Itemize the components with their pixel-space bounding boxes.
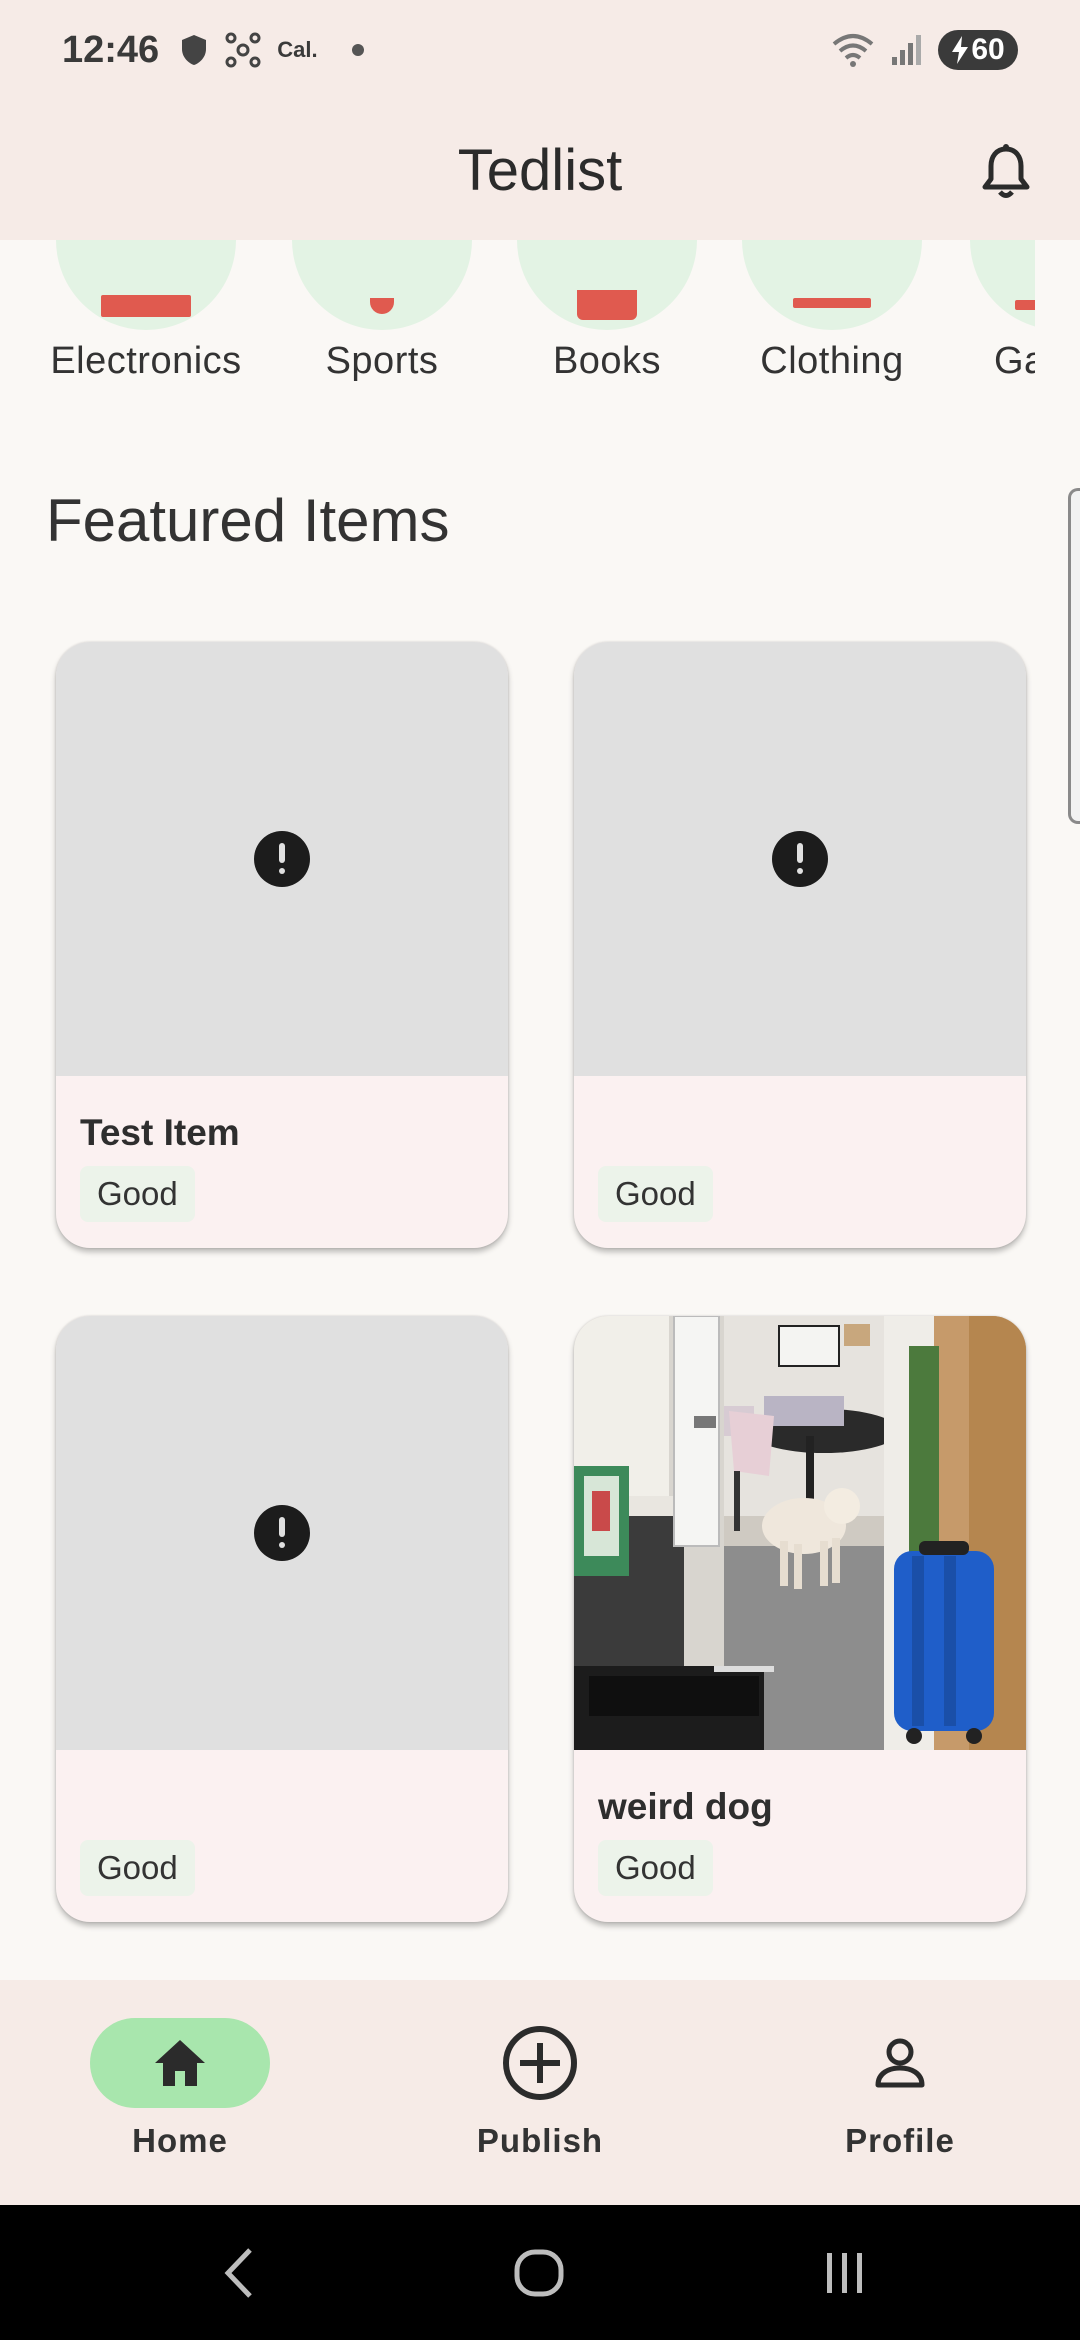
condition-badge: Good: [80, 1166, 195, 1222]
error-icon: [254, 831, 310, 887]
battery-level: 60: [971, 33, 1005, 66]
condition-badge: Good: [598, 1166, 713, 1222]
item-image-placeholder: [574, 642, 1026, 1076]
wifi-icon: [832, 34, 874, 67]
system-navigation-bar: [0, 2205, 1080, 2340]
nav-label: Home: [132, 2122, 228, 2159]
category-icon-bg: [56, 240, 236, 330]
nav-home-pill[interactable]: [90, 2018, 270, 2108]
category-icon-bg: [517, 240, 697, 330]
nav-profile-pill[interactable]: [810, 2018, 990, 2108]
category-label: Books: [552, 340, 662, 382]
carrier-label: Cal.: [277, 37, 318, 62]
signal-icon: [892, 35, 921, 65]
notifications-button[interactable]: [966, 132, 1046, 212]
app-root: 12:46 Cal. 60 Tedlist Electronics Sports…: [0, 0, 1080, 2340]
add-circle-icon: [503, 2026, 577, 2100]
category-icon-bg: [970, 240, 1035, 330]
ball-icon: [370, 298, 394, 314]
item-card[interactable]: Good: [56, 1316, 508, 1922]
item-title: Test Item: [80, 1112, 240, 1153]
status-left-icons: Cal.: [179, 32, 364, 68]
error-icon: [772, 831, 828, 887]
nav-profile[interactable]: Profile: [750, 2018, 1050, 2160]
error-icon: [254, 1505, 310, 1561]
categories-strip[interactable]: Electronics Sports Books Clothing Ga: [0, 240, 1035, 440]
status-bar: 12:46 Cal. 60: [0, 0, 1080, 100]
nav-publish-pill[interactable]: [450, 2018, 630, 2108]
recents-icon: [827, 2253, 862, 2293]
app-title: Tedlist: [457, 137, 623, 203]
category-label: Clothing: [760, 340, 904, 382]
item-image-placeholder: [56, 1316, 508, 1750]
battery-indicator: 60: [938, 30, 1018, 70]
item-card[interactable]: Good: [574, 642, 1026, 1248]
scroll-handle[interactable]: [1068, 488, 1080, 824]
home-icon: [155, 2040, 205, 2086]
shirt-icon: [793, 298, 871, 308]
dog-photo-illustration: [574, 1316, 1026, 1750]
shield-icon: [182, 35, 207, 65]
item-card[interactable]: Test Item Good: [56, 642, 508, 1248]
home-system-button[interactable]: [500, 2243, 580, 2303]
item-title: weird dog: [598, 1786, 773, 1827]
nav-publish[interactable]: Publish: [390, 2018, 690, 2160]
recents-button[interactable]: [805, 2243, 885, 2303]
back-button[interactable]: [200, 2243, 280, 2303]
featured-items-title: Featured Items: [46, 487, 450, 554]
condition-badge: Good: [598, 1840, 713, 1896]
category-label: Electronics: [50, 340, 242, 382]
network-icon: [225, 32, 261, 68]
item-card[interactable]: weird dog Good: [574, 1316, 1026, 1922]
app-bar: Tedlist: [0, 100, 1080, 240]
book-icon: [577, 290, 637, 320]
nav-label: Profile: [845, 2122, 955, 2159]
home-circle-icon: [514, 2249, 564, 2297]
nav-home[interactable]: Home: [30, 2018, 330, 2160]
notification-dot: [351, 44, 364, 56]
category-label: Sports: [325, 340, 439, 382]
person-icon: [875, 2038, 925, 2088]
bell-icon: [982, 144, 1030, 198]
nav-label: Publish: [476, 2122, 604, 2159]
condition-badge: Good: [80, 1840, 195, 1896]
category-icon-bg: [742, 240, 922, 330]
charging-icon: [952, 36, 969, 64]
status-time: 12:46: [62, 28, 160, 71]
item-photo: [574, 1316, 1026, 1750]
status-right-icons: 60: [830, 30, 1018, 70]
devices-icon: [101, 295, 191, 317]
bottom-navigation: Home Publish Profile: [0, 1980, 1080, 2205]
item-image-placeholder: [56, 642, 508, 1076]
category-label: Ga: [994, 340, 1035, 382]
gamepad-icon: [1015, 300, 1035, 310]
category-icon-bg: [292, 240, 472, 330]
back-icon: [224, 2248, 252, 2298]
